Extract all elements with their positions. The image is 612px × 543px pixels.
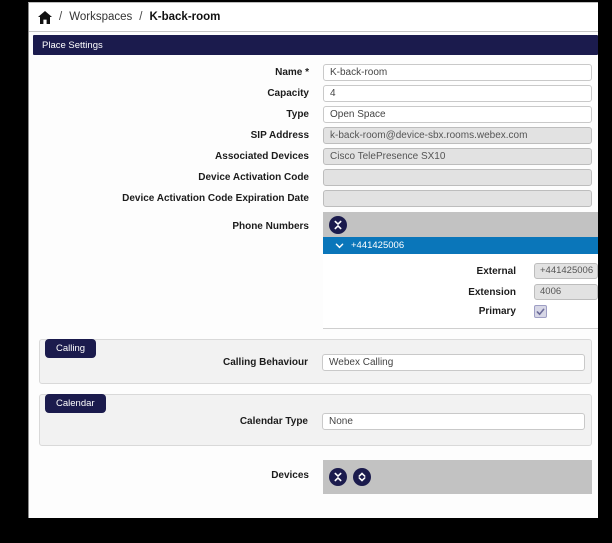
- calendar-type-label: Calendar Type: [239, 416, 308, 427]
- form-row-phone-numbers: Phone Numbers +441425006 External +44142…: [29, 212, 598, 329]
- phone-number-detail-panel: External +441425006 Extension 4006 Prima…: [323, 254, 598, 329]
- type-input[interactable]: Open Space: [323, 106, 592, 123]
- screen-frame: / Workspaces / K-back-room Place Setting…: [0, 0, 612, 543]
- primary-label: Primary: [478, 306, 516, 317]
- phone-number-header[interactable]: +441425006: [323, 237, 598, 254]
- calling-section-box: Calling Behaviour Webex Calling: [39, 339, 592, 384]
- phone-numbers-block: +441425006 External +441425006 Extension…: [323, 212, 598, 329]
- activation-expiry-label: Device Activation Code Expiration Date: [122, 193, 309, 204]
- form-row-capacity: Capacity 4: [29, 83, 598, 104]
- home-icon[interactable]: [38, 10, 52, 24]
- calling-behaviour-label: Calling Behaviour: [222, 357, 308, 368]
- expand-all-icon[interactable]: [353, 468, 371, 486]
- phone-numbers-label: Phone Numbers: [232, 221, 309, 232]
- capacity-label: Capacity: [267, 88, 309, 99]
- external-input: +441425006: [534, 263, 598, 279]
- chevron-down-icon: [335, 243, 344, 248]
- form-row-sip-address: SIP Address k-back-room@device-sbx.rooms…: [29, 125, 598, 146]
- breadcrumb-separator: /: [139, 11, 143, 23]
- sip-address-label: SIP Address: [250, 130, 309, 141]
- calling-behaviour-input[interactable]: Webex Calling: [322, 354, 585, 371]
- breadcrumb-current-page: K-back-room: [149, 11, 221, 23]
- extension-label: Extension: [468, 286, 516, 298]
- capacity-input[interactable]: 4: [323, 85, 592, 102]
- form-row-activation-expiry: Device Activation Code Expiration Date: [29, 188, 598, 209]
- workspace-settings-page: / Workspaces / K-back-room Place Setting…: [28, 2, 598, 518]
- phone-number-value: +441425006: [351, 240, 405, 251]
- breadcrumb-workspaces-link[interactable]: Workspaces: [69, 11, 132, 23]
- devices-label: Devices: [271, 470, 309, 481]
- collapse-all-icon[interactable]: [329, 468, 347, 486]
- name-input[interactable]: K-back-room: [323, 64, 592, 81]
- form-row-associated-devices: Associated Devices Cisco TelePresence SX…: [29, 146, 598, 167]
- tab-place-settings[interactable]: Place Settings: [33, 35, 598, 55]
- form-row-name: Name * K-back-room: [29, 62, 598, 83]
- associated-devices-label: Associated Devices: [215, 151, 309, 162]
- primary-checkbox[interactable]: [534, 305, 547, 318]
- associated-devices-input: Cisco TelePresence SX10: [323, 148, 592, 165]
- calendar-section-box: Calendar Type None: [39, 394, 592, 446]
- breadcrumb: / Workspaces / K-back-room: [29, 3, 598, 32]
- calendar-type-input[interactable]: None: [322, 413, 585, 430]
- form-row-calendar-type: Calendar Type None: [40, 395, 591, 445]
- type-label: Type: [286, 109, 309, 120]
- external-row: External +441425006: [323, 263, 598, 279]
- activation-code-label: Device Activation Code: [198, 172, 309, 183]
- extension-input: 4006: [534, 284, 598, 300]
- external-label: External: [476, 265, 516, 277]
- place-settings-form: Name * K-back-room Capacity 4 Type Open …: [29, 62, 598, 494]
- calendar-section-tab[interactable]: Calendar: [45, 394, 106, 413]
- check-icon: [536, 308, 545, 315]
- calling-section: Calling Calling Behaviour Webex Calling: [39, 339, 592, 384]
- sip-address-input: k-back-room@device-sbx.rooms.webex.com: [323, 127, 592, 144]
- name-label: Name *: [275, 67, 309, 78]
- breadcrumb-separator: /: [59, 11, 63, 23]
- calendar-section: Calendar Calendar Type None: [39, 394, 592, 446]
- collapse-all-icon[interactable]: [329, 215, 347, 234]
- form-row-calling-behaviour: Calling Behaviour Webex Calling: [40, 340, 591, 383]
- form-row-activation-code: Device Activation Code: [29, 167, 598, 188]
- primary-row: Primary: [323, 305, 598, 318]
- extension-row: Extension 4006: [323, 284, 598, 300]
- activation-code-input: [323, 169, 592, 186]
- phone-numbers-toolbar: [323, 212, 598, 237]
- activation-expiry-input: [323, 190, 592, 207]
- form-row-devices: Devices: [29, 460, 598, 494]
- devices-toolbar: [323, 460, 592, 494]
- calling-section-tab[interactable]: Calling: [45, 339, 97, 358]
- form-row-type: Type Open Space: [29, 104, 598, 125]
